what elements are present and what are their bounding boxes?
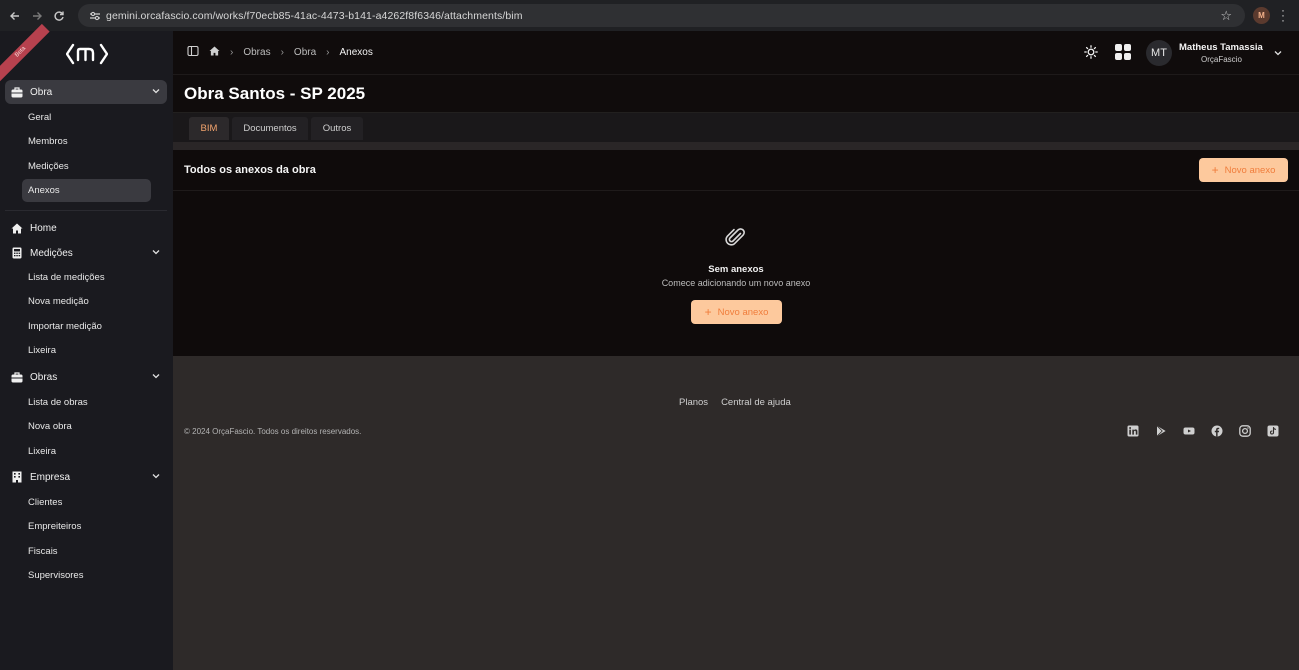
chevron-down-icon bbox=[152, 89, 160, 94]
breadcrumb-obras[interactable]: Obras bbox=[243, 47, 270, 58]
sidebar-item-supervisores[interactable]: Supervisores bbox=[22, 564, 151, 587]
sidebar-item-clientes[interactable]: Clientes bbox=[22, 491, 151, 514]
user-name[interactable]: Matheus Tamassia bbox=[1179, 42, 1263, 53]
sidebar-item-home[interactable]: Home bbox=[5, 216, 167, 240]
attachments-card: Todos os anexos da obra + Novo anexo Sem… bbox=[173, 150, 1299, 356]
sidebar-item-membros[interactable]: Membros bbox=[22, 130, 151, 153]
tabs-spacer bbox=[173, 142, 1299, 150]
chevron-down-icon bbox=[152, 374, 160, 379]
calculator-icon bbox=[10, 246, 24, 260]
home-icon[interactable] bbox=[209, 46, 220, 59]
browser-profile-avatar[interactable]: M bbox=[1253, 7, 1270, 24]
sidebar-item-label: Home bbox=[30, 222, 57, 234]
chevron-down-icon[interactable] bbox=[1273, 48, 1283, 58]
apps-grid-icon[interactable] bbox=[1115, 44, 1131, 60]
browser-menu-icon[interactable]: · · · bbox=[1280, 4, 1286, 26]
sidebar-item-lista-obras[interactable]: Lista de obras bbox=[22, 391, 151, 414]
chevron-down-icon bbox=[152, 250, 160, 255]
instagram-icon[interactable] bbox=[1239, 425, 1251, 437]
bookmark-star-icon[interactable]: ☆ bbox=[1220, 8, 1232, 24]
tab-bim[interactable]: BIM bbox=[189, 117, 229, 140]
empty-state-title: Sem anexos bbox=[708, 264, 764, 275]
home-icon bbox=[10, 221, 24, 235]
sidebar: Beta Obra Geral Membros Medições Anexos … bbox=[0, 23, 173, 670]
tab-documentos[interactable]: Documentos bbox=[232, 117, 308, 140]
chevron-right-icon: › bbox=[230, 47, 234, 58]
sidebar-item-lixeira-obras[interactable]: Lixeira bbox=[22, 440, 151, 463]
top-bar: › Obras › Obra › Anexos MT Matheus Tamas… bbox=[173, 31, 1299, 75]
page-title: Obra Santos - SP 2025 bbox=[184, 84, 366, 103]
tab-outros[interactable]: Outros bbox=[311, 117, 363, 140]
facebook-icon[interactable] bbox=[1211, 425, 1223, 437]
sidebar-group-label: Medições bbox=[30, 247, 73, 259]
sidebar-group-empresa[interactable]: Empresa bbox=[5, 465, 167, 489]
sidebar-group-label: Empresa bbox=[30, 471, 71, 483]
sidebar-item-fiscais[interactable]: Fiscais bbox=[22, 540, 151, 563]
copyright: © 2024 OrçaFascio. Todos os direitos res… bbox=[184, 427, 362, 436]
reload-icon[interactable] bbox=[48, 5, 70, 27]
footer-link-central-ajuda[interactable]: Central de ajuda bbox=[721, 397, 791, 408]
empty-state-subtitle: Comece adicionando um novo anexo bbox=[661, 278, 811, 288]
plus-icon: + bbox=[1211, 163, 1219, 177]
sidebar-group-obras[interactable]: Obras bbox=[5, 365, 167, 389]
breadcrumb-anexos: Anexos bbox=[339, 47, 373, 58]
building-icon bbox=[10, 470, 24, 484]
avatar[interactable]: MT bbox=[1146, 40, 1172, 66]
sidebar-group-obra[interactable]: Obra bbox=[5, 80, 167, 104]
user-org: OrçaFascio bbox=[1201, 55, 1242, 64]
tabs-bar: BIM Documentos Outros bbox=[173, 113, 1299, 142]
beta-ribbon: Beta bbox=[0, 23, 50, 82]
sidebar-group-label: Obra bbox=[30, 86, 53, 98]
card-header: Todos os anexos da obra + Novo anexo bbox=[173, 150, 1299, 191]
button-label: Novo anexo bbox=[717, 306, 769, 318]
sidebar-item-importar-medicao[interactable]: Importar medição bbox=[22, 315, 151, 338]
sidebar-item-medicoes[interactable]: Medições bbox=[22, 155, 151, 178]
sidebar-item-nova-medicao[interactable]: Nova medição bbox=[22, 290, 151, 313]
sidebar-group-medicoes[interactable]: Medições bbox=[5, 241, 167, 265]
play-store-icon[interactable] bbox=[1155, 425, 1167, 437]
sidebar-item-lista-medicoes[interactable]: Lista de medições bbox=[22, 266, 151, 289]
breadcrumb-obra[interactable]: Obra bbox=[294, 47, 316, 58]
button-label: Novo anexo bbox=[1224, 164, 1276, 176]
url-text: gemini.orcafascio.com/works/f70ecb85-41a… bbox=[106, 9, 523, 22]
sidebar-divider bbox=[5, 210, 167, 211]
address-bar[interactable]: gemini.orcafascio.com/works/f70ecb85-41a… bbox=[78, 4, 1245, 27]
browser-toolbar: gemini.orcafascio.com/works/f70ecb85-41a… bbox=[0, 0, 1299, 31]
sidebar-toggle-icon[interactable] bbox=[187, 45, 199, 60]
site-settings-icon[interactable] bbox=[84, 11, 106, 21]
social-links bbox=[1127, 425, 1279, 437]
breadcrumb: › Obras › Obra › Anexos bbox=[187, 45, 373, 60]
card-title: Todos os anexos da obra bbox=[184, 164, 316, 176]
new-attachment-button-header[interactable]: + Novo anexo bbox=[1199, 158, 1288, 182]
sidebar-item-lixeira-medicoes[interactable]: Lixeira bbox=[22, 339, 151, 362]
page-header: Obra Santos - SP 2025 bbox=[173, 75, 1299, 113]
tiktok-icon[interactable] bbox=[1267, 425, 1279, 437]
chevron-right-icon: › bbox=[280, 47, 284, 58]
youtube-icon[interactable] bbox=[1183, 425, 1195, 437]
new-attachment-button-empty[interactable]: + Novo anexo bbox=[691, 300, 782, 324]
sidebar-item-nova-obra[interactable]: Nova obra bbox=[22, 415, 151, 438]
back-arrow-icon[interactable] bbox=[4, 5, 26, 27]
sidebar-group-label: Obras bbox=[30, 371, 58, 383]
forward-arrow-icon[interactable] bbox=[26, 5, 48, 27]
chevron-down-icon bbox=[152, 474, 160, 479]
paperclip-icon bbox=[725, 228, 745, 246]
plus-icon: + bbox=[704, 305, 712, 319]
linkedin-icon[interactable] bbox=[1127, 425, 1139, 437]
orcafascio-logo[interactable] bbox=[65, 41, 109, 67]
chevron-right-icon: › bbox=[326, 47, 330, 58]
footer-links: Planos Central de ajuda bbox=[679, 397, 791, 408]
sidebar-item-anexos[interactable]: Anexos bbox=[22, 179, 151, 202]
sidebar-item-empreiteiros[interactable]: Empreiteiros bbox=[22, 515, 151, 538]
briefcase-icon bbox=[10, 85, 24, 99]
sun-icon[interactable] bbox=[1084, 45, 1098, 59]
footer-link-planos[interactable]: Planos bbox=[679, 397, 708, 408]
sidebar-item-geral[interactable]: Geral bbox=[22, 106, 151, 129]
briefcase-icon bbox=[10, 370, 24, 384]
